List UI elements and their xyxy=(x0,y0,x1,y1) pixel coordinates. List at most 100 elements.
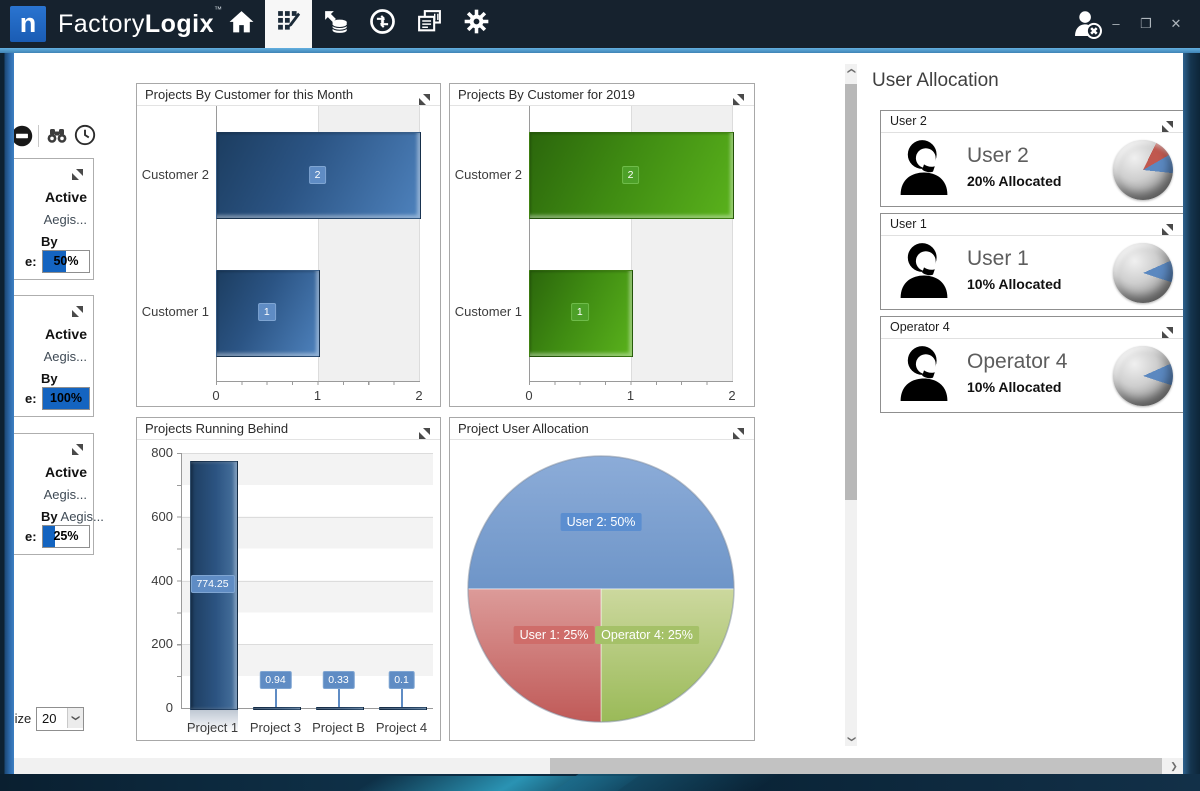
x-tick-label: 0 xyxy=(201,388,231,403)
sync-transfer-icon xyxy=(369,8,396,40)
close-button[interactable]: ✕ xyxy=(1164,11,1188,37)
x-tick-label: 2 xyxy=(404,388,434,403)
nav-sync-transfer-button[interactable] xyxy=(359,0,406,48)
right-panel-scrollbar[interactable]: ❯ ❯ xyxy=(845,64,857,746)
user-card[interactable]: User 2 User 2 20% Allocated xyxy=(880,110,1184,207)
bar-value-label: 0.1 xyxy=(388,671,415,689)
user-card-header: User 1 xyxy=(881,214,1183,236)
x-tick-label: 1 xyxy=(303,388,333,403)
pie-slice-label: User 1: 25% xyxy=(514,626,595,644)
size-select-value: 20 xyxy=(42,711,56,726)
nav-database-import-button[interactable] xyxy=(312,0,359,48)
expand-icon[interactable] xyxy=(77,439,88,450)
project-customer: Aegis... xyxy=(44,212,87,227)
y-tick-label: 400 xyxy=(137,573,173,588)
user-name: User 1 xyxy=(967,247,1029,271)
nav-home-button[interactable] xyxy=(218,0,265,48)
window-border-right xyxy=(1183,48,1200,791)
user-allocated: 20% Allocated xyxy=(967,173,1061,189)
nav-settings-gear-button[interactable] xyxy=(453,0,500,48)
clock-icon[interactable] xyxy=(74,124,96,151)
bar-project-4[interactable] xyxy=(379,707,427,711)
badge-stem xyxy=(275,688,277,707)
nav-planning-grid-button[interactable] xyxy=(265,0,312,48)
size-label: Size xyxy=(14,711,31,726)
bar-project-b[interactable] xyxy=(316,707,364,711)
brand-factory: Factory xyxy=(58,10,145,38)
nav-documents-button[interactable] xyxy=(406,0,453,48)
progress-text: 100% xyxy=(43,388,89,409)
chevron-down-icon: ❯ xyxy=(67,708,83,728)
binoculars-icon[interactable] xyxy=(46,129,68,148)
expand-icon[interactable] xyxy=(77,164,88,175)
user-card[interactable]: User 1 User 1 10% Allocated xyxy=(880,213,1184,310)
title-bar: n FactoryLogix™ – ❐ ✕ xyxy=(0,0,1200,48)
project-card[interactable]: ActiveAegis...By Aegis...e:25% xyxy=(14,433,94,555)
minimize-button[interactable]: – xyxy=(1104,11,1128,37)
project-customer: Aegis... xyxy=(44,349,87,364)
bar-project-3[interactable] xyxy=(253,707,301,711)
project-card[interactable]: ActiveAegis...Bye:100% xyxy=(14,295,94,417)
x-category-label: Project 4 xyxy=(362,720,442,735)
chart-title: Project User Allocation xyxy=(458,421,589,436)
y-tick-label: 600 xyxy=(137,509,173,524)
user-allocation-title: User Allocation xyxy=(872,70,999,92)
chart-panel-header: Projects Running Behind xyxy=(137,418,440,440)
category-label: Customer 2 xyxy=(137,167,209,182)
project-card[interactable]: ActiveAegis...Bye:50% xyxy=(14,158,94,280)
chart-panel-header: Project User Allocation xyxy=(450,418,754,440)
scrollbar-thumb[interactable] xyxy=(845,84,857,500)
chart-panel-behind: Projects Running Behind0200400600800774.… xyxy=(136,417,441,741)
chart-panel-header: Projects By Customer for 2019 xyxy=(450,84,754,106)
left-panel: ActiveAegis...Bye:50%ActiveAegis...Bye:1… xyxy=(14,53,106,759)
y-axis-line xyxy=(181,453,182,708)
expand-icon[interactable] xyxy=(77,301,88,312)
bar-value-label: 2 xyxy=(622,166,640,184)
x-tick-label: 1 xyxy=(616,388,646,403)
category-label: Customer 1 xyxy=(450,304,522,319)
allocation-pie xyxy=(1113,243,1173,303)
minor-ticks xyxy=(177,453,181,708)
user-card-header-label: User 2 xyxy=(890,114,927,128)
circle-minus-icon[interactable] xyxy=(14,125,33,152)
maximize-button[interactable]: ❐ xyxy=(1134,11,1158,37)
badge-stem xyxy=(338,688,340,707)
project-customer: Aegis... xyxy=(44,487,87,502)
main-nav xyxy=(218,0,500,48)
project-status: Active xyxy=(45,464,87,480)
logout-user-button[interactable] xyxy=(1070,7,1104,41)
window-controls: – ❐ ✕ xyxy=(1104,0,1188,48)
chart-panel-allocation: Project User Allocation User 2: 50%Operat… xyxy=(449,417,755,741)
project-by-row: By xyxy=(41,234,58,249)
category-label: Customer 2 xyxy=(450,167,522,182)
progress-bar: 25% xyxy=(42,525,90,548)
chart-panel-month: Projects By Customer for this MonthCusto… xyxy=(136,83,441,407)
accent-strip xyxy=(0,48,1200,53)
chart-plot-area: Customer 22Customer 11012 xyxy=(137,106,440,406)
minor-ticks xyxy=(529,381,732,385)
by-label: By xyxy=(41,234,58,249)
x-tick-label: 0 xyxy=(514,388,544,403)
scroll-right-icon[interactable]: ❯ xyxy=(1167,758,1181,774)
home-icon xyxy=(228,8,255,40)
bar-value-label: 1 xyxy=(571,303,589,321)
planning-grid-icon xyxy=(275,8,302,40)
user-name: User 2 xyxy=(967,144,1029,168)
window-border-left xyxy=(0,48,14,791)
documents-icon xyxy=(416,8,443,40)
size-select[interactable]: 20 ❯ xyxy=(36,707,84,731)
bar-value-label: 1 xyxy=(258,303,276,321)
chart-plot-area: User 2: 50%Operator 4: 25%User 1: 25% xyxy=(450,440,754,740)
complete-label: e: xyxy=(25,391,37,406)
pie-chart xyxy=(450,440,752,745)
user-card[interactable]: Operator 4Operator 410% Allocated xyxy=(880,316,1184,413)
brand-name: FactoryLogix™ xyxy=(58,0,223,48)
scrollbar-thumb[interactable] xyxy=(550,758,1162,774)
progress-text: 25% xyxy=(43,526,89,547)
x-tick-label: 2 xyxy=(717,388,747,403)
horizontal-scrollbar[interactable]: ❯ xyxy=(14,758,1183,774)
scroll-down-icon[interactable]: ❯ xyxy=(845,732,857,746)
page-size-row: Size 20 ❯ xyxy=(14,707,106,731)
scroll-up-icon[interactable]: ❯ xyxy=(845,64,857,78)
user-allocated: 10% Allocated xyxy=(967,276,1061,292)
